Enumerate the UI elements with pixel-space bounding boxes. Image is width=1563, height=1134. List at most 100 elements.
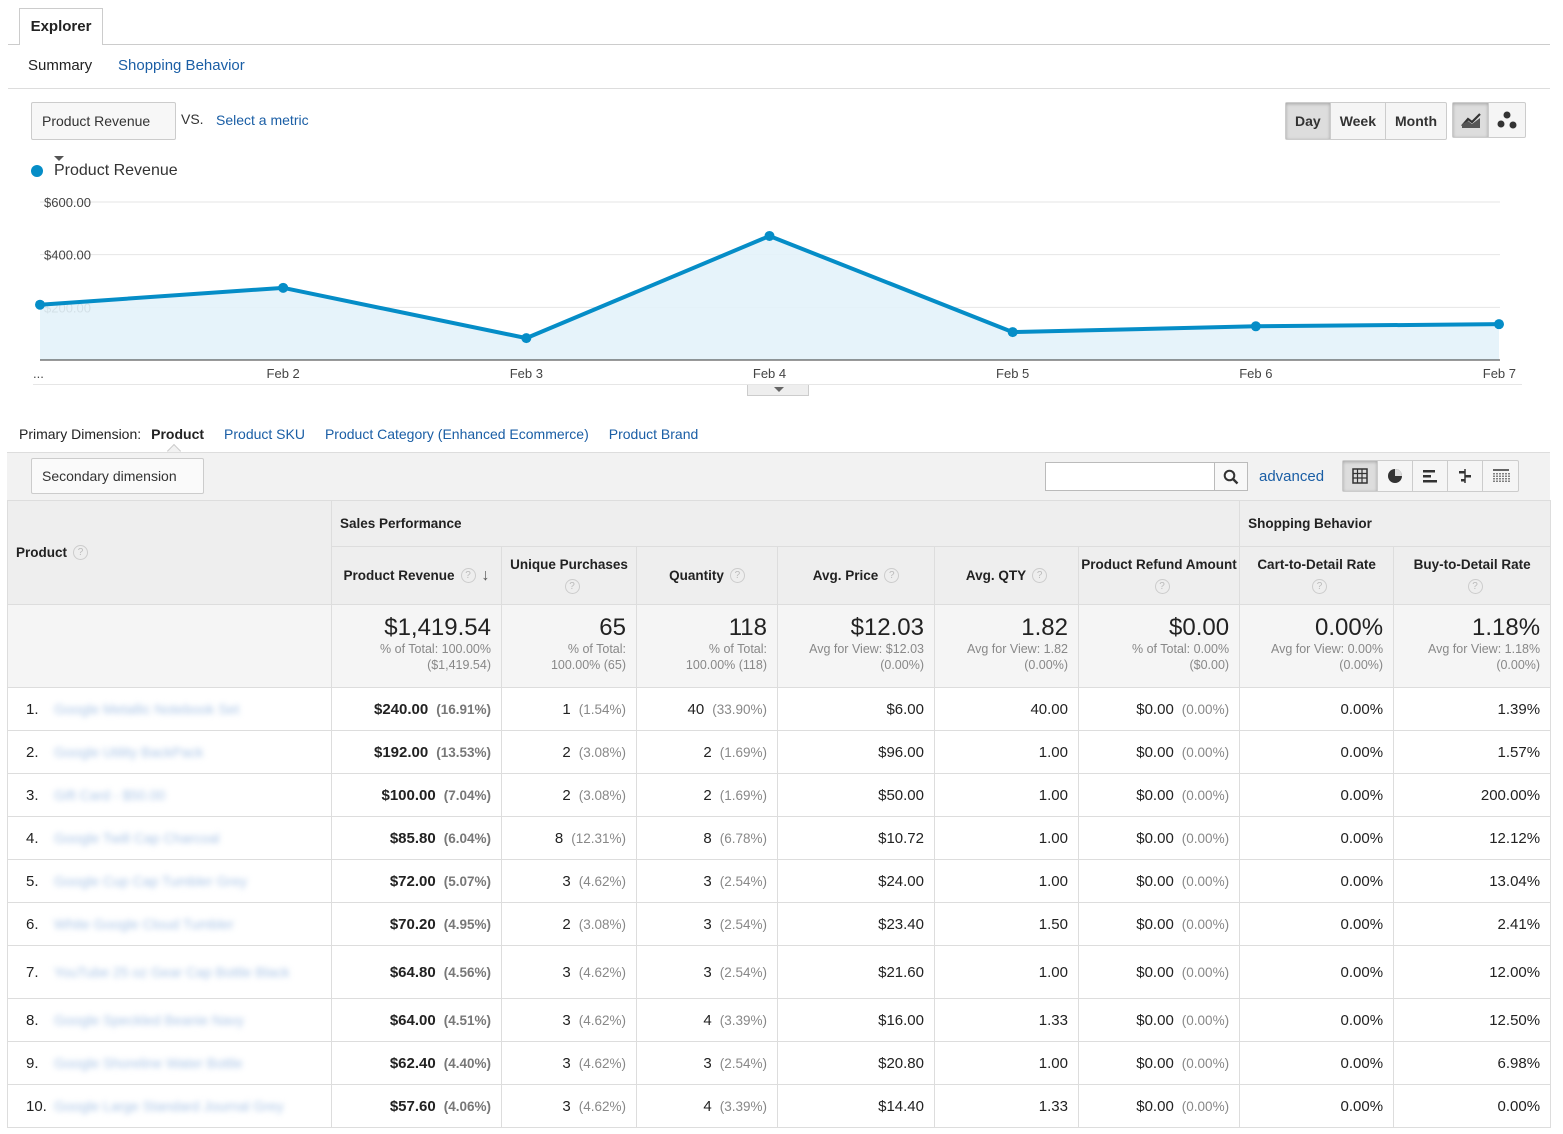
product-link[interactable]: Gift Card - $50.00 bbox=[54, 787, 165, 803]
total-sub: 100.00% (65) bbox=[550, 658, 626, 672]
select-metric-link[interactable]: Select a metric bbox=[216, 112, 309, 128]
help-icon[interactable]: ? bbox=[460, 568, 476, 584]
product-cell: 2. Google Utility BackPack bbox=[7, 730, 332, 774]
quantity-value: 3 bbox=[703, 872, 712, 890]
avg-qty-cell: 1.00 bbox=[934, 859, 1079, 903]
total-value: 0.00% bbox=[1315, 614, 1384, 641]
help-icon[interactable]: ? bbox=[564, 579, 580, 595]
avg-qty-cell: 1.00 bbox=[934, 773, 1079, 817]
buy-to-detail-cell: 2.41% bbox=[1393, 902, 1552, 946]
dimension-product-category[interactable]: Product Category (Enhanced Ecommerce) bbox=[325, 426, 589, 442]
comparison-icon[interactable] bbox=[1448, 461, 1483, 491]
data-point bbox=[35, 299, 45, 310]
row-number: 10. bbox=[26, 1097, 47, 1115]
buy-value: 13.04% bbox=[1489, 872, 1541, 890]
column-header-cart-to-detail-rate[interactable]: Cart-to-Detail Rate? bbox=[1239, 546, 1395, 605]
revenue-pct: (16.91%) bbox=[436, 701, 491, 717]
motion-chart-icon[interactable] bbox=[1489, 103, 1525, 137]
column-header-avg-price[interactable]: Avg. Price? bbox=[777, 546, 935, 605]
x-tick-label: Feb 4 bbox=[753, 366, 786, 381]
help-icon[interactable]: ? bbox=[1154, 579, 1170, 595]
advanced-filter-link[interactable]: advanced bbox=[1259, 468, 1324, 485]
day-button[interactable]: Day bbox=[1286, 103, 1331, 139]
table-search-input[interactable] bbox=[1045, 462, 1215, 491]
total-sub: (0.00%) bbox=[1024, 658, 1068, 672]
line-chart-icon[interactable] bbox=[1453, 103, 1489, 137]
avg-price-cell: $96.00 bbox=[777, 730, 935, 774]
row-number: 6. bbox=[26, 915, 39, 933]
revenue-cell: $85.80 (6.04%) bbox=[331, 816, 502, 860]
avg-price-value: $20.80 bbox=[878, 1054, 924, 1072]
dimension-product[interactable]: Product bbox=[151, 426, 204, 459]
product-link[interactable]: Google Cup Cap Tumbler Grey bbox=[54, 873, 247, 889]
quantity-cell: 8 (6.78%) bbox=[636, 816, 778, 860]
refund-cell: $0.00 (0.00%) bbox=[1077, 1041, 1241, 1085]
product-link[interactable]: Google Speckled Beanie Navy bbox=[54, 1012, 244, 1028]
unique-value: 3 bbox=[562, 1054, 571, 1072]
cart-value: 0.00% bbox=[1340, 1097, 1384, 1115]
revenue-line-chart: $600.00$400.00$200.00...Feb 2Feb 3Feb 4F… bbox=[33, 195, 1522, 385]
quantity-cell: 3 (2.54%) bbox=[636, 859, 778, 903]
unique-pct: (4.62%) bbox=[578, 964, 626, 980]
subtab-summary[interactable]: Summary bbox=[28, 57, 92, 74]
refund-value: $0.00 bbox=[1136, 743, 1174, 761]
data-point bbox=[764, 230, 775, 241]
product-link[interactable]: Google Shoreline Water Bottle bbox=[54, 1055, 243, 1071]
avg-price-value: $96.00 bbox=[878, 743, 924, 761]
cart-value: 0.00% bbox=[1340, 915, 1384, 933]
column-header-product-revenue[interactable]: Product Revenue? ↓ bbox=[331, 546, 502, 605]
product-link[interactable]: Google Twill Cap Charcoal bbox=[54, 830, 220, 846]
column-header-product-refund-amount[interactable]: Product Refund Amount? bbox=[1077, 546, 1241, 605]
search-button[interactable] bbox=[1214, 462, 1248, 491]
product-cell: 5. Google Cup Cap Tumbler Grey bbox=[7, 859, 332, 903]
row-number: 3. bbox=[26, 786, 39, 804]
help-icon[interactable]: ? bbox=[884, 568, 900, 584]
unique-purchases-cell: 2 (3.08%) bbox=[501, 773, 637, 817]
revenue-value: $100.00 bbox=[381, 786, 436, 804]
pie-chart-icon[interactable] bbox=[1378, 461, 1413, 491]
tab-explorer[interactable]: Explorer bbox=[19, 8, 103, 45]
help-icon[interactable]: ? bbox=[1312, 579, 1328, 595]
revenue-cell: $240.00 (16.91%) bbox=[331, 687, 502, 731]
column-header-buy-to-detail-rate[interactable]: Buy-to-Detail Rate? bbox=[1393, 546, 1552, 605]
secondary-dimension-dropdown[interactable]: Secondary dimension bbox=[31, 458, 204, 514]
column-header-avg-qty[interactable]: Avg. QTY? bbox=[934, 546, 1079, 605]
product-link[interactable]: YouTube 25 oz Gear Cap Bottle Black bbox=[54, 964, 290, 980]
dimension-product-sku[interactable]: Product SKU bbox=[224, 426, 305, 442]
chart-collapse-handle[interactable] bbox=[747, 385, 809, 396]
column-header-label: Cart-to-Detail Rate bbox=[1257, 556, 1376, 572]
avg-price-value: $6.00 bbox=[886, 700, 924, 718]
metric-dropdown[interactable]: Product Revenue bbox=[31, 102, 176, 161]
product-link[interactable]: Google Metallic Notebook Set bbox=[54, 701, 239, 717]
week-button[interactable]: Week bbox=[1331, 103, 1387, 139]
column-header-quantity[interactable]: Quantity? bbox=[636, 546, 778, 605]
column-header-product[interactable]: Product? bbox=[7, 500, 332, 605]
subtab-shopping-behavior[interactable]: Shopping Behavior bbox=[118, 57, 245, 74]
column-header-label: Product Refund Amount bbox=[1081, 556, 1237, 572]
revenue-pct: (4.56%) bbox=[443, 964, 491, 980]
revenue-pct: (6.04%) bbox=[443, 830, 491, 846]
quantity-cell: 2 (1.69%) bbox=[636, 730, 778, 774]
column-header-unique-purchases[interactable]: Unique Purchases? bbox=[501, 546, 637, 605]
unique-pct: (4.62%) bbox=[578, 1055, 626, 1071]
help-icon[interactable]: ? bbox=[1032, 568, 1048, 584]
help-icon[interactable]: ? bbox=[73, 545, 89, 561]
table-row: 2. Google Utility BackPack $192.00 (13.53%)… bbox=[7, 730, 1552, 774]
refund-value: $0.00 bbox=[1136, 1011, 1174, 1029]
product-link[interactable]: Google Utility BackPack bbox=[54, 744, 203, 760]
quantity-cell: 3 (2.54%) bbox=[636, 945, 778, 999]
product-cell: 8. Google Speckled Beanie Navy bbox=[7, 998, 332, 1042]
unique-pct: (12.31%) bbox=[571, 830, 626, 846]
month-button[interactable]: Month bbox=[1386, 103, 1446, 139]
help-icon[interactable]: ? bbox=[1467, 579, 1483, 595]
data-table-icon[interactable] bbox=[1343, 461, 1378, 491]
performance-icon[interactable] bbox=[1413, 461, 1448, 491]
help-icon[interactable]: ? bbox=[729, 568, 745, 584]
quantity-cell: 40 (33.90%) bbox=[636, 687, 778, 731]
product-link[interactable]: White Google Cloud Tumbler bbox=[54, 916, 234, 932]
product-link[interactable]: Google Large Standard Journal Grey bbox=[54, 1098, 284, 1114]
cart-to-detail-cell: 0.00% bbox=[1239, 902, 1395, 946]
pivot-icon[interactable] bbox=[1483, 461, 1518, 491]
refund-pct: (0.00%) bbox=[1181, 787, 1230, 803]
dimension-product-brand[interactable]: Product Brand bbox=[609, 426, 699, 442]
